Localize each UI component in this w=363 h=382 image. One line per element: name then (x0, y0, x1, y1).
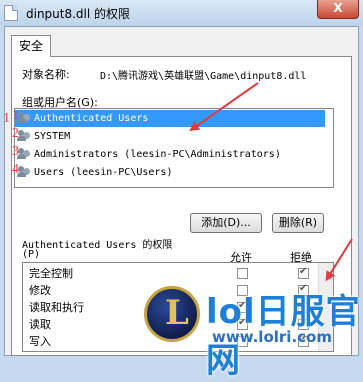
watermark-url: www.lolri.com (212, 328, 332, 346)
file-icon (4, 5, 18, 21)
list-item-label: SYSTEM (34, 131, 71, 142)
users-icon (17, 165, 31, 177)
window-title: dinput8.dll 的权限 (26, 7, 131, 21)
list-item[interactable]: SYSTEM (15, 128, 325, 145)
users-icon (17, 111, 31, 123)
perm-row-read-execute: 读取和执行 (29, 301, 84, 314)
list-item[interactable]: Users (leesin-PC\Users) (15, 164, 325, 181)
permissions-header-key: (P) (22, 249, 41, 260)
allow-checkbox[interactable] (237, 268, 248, 279)
add-button[interactable]: 添加(D)... (190, 213, 262, 233)
row-number-1: 1 (12, 108, 19, 123)
list-item-label: Users (leesin-PC\Users) (34, 167, 173, 178)
row-number-3: 3 (12, 144, 19, 159)
title-bar: dinput8.dll 的权限 X (0, 0, 363, 26)
object-name-label: 对象名称: (22, 68, 70, 81)
league-logo-icon: L (144, 286, 200, 342)
perm-row-modify: 修改 (29, 284, 51, 297)
close-button[interactable]: X (317, 0, 359, 19)
perm-row-write: 写入 (29, 335, 51, 348)
perm-row-read: 读取 (29, 318, 51, 331)
list-item-label: Authenticated Users (34, 113, 149, 124)
list-item[interactable]: Administrators (leesin-PC\Administrators… (15, 146, 325, 163)
object-path: D:\腾讯游戏\英雄联盟\Game\dinput8.dll (100, 71, 307, 82)
group-user-list[interactable]: 1 Authenticated Users SYSTEM Administrat… (3, 108, 334, 188)
watermark: L lol日服官网 www.lolri.com (138, 280, 363, 381)
row-number: 1 (3, 111, 10, 126)
row-number-4: 4 (12, 162, 19, 177)
perm-row-full-control: 完全控制 (29, 267, 73, 280)
row-number-2: 2 (12, 126, 19, 141)
remove-button[interactable]: 删除(R) (272, 213, 324, 233)
permissions-header: Authenticated Users 的权限 (22, 240, 173, 251)
deny-checkbox[interactable] (298, 266, 309, 279)
users-icon (17, 129, 31, 141)
list-item[interactable]: 1 Authenticated Users (3, 110, 325, 127)
tab-security[interactable]: 安全 (11, 35, 51, 57)
users-icon (17, 147, 31, 159)
list-item-label: Administrators (leesin-PC\Administrators… (34, 149, 281, 160)
